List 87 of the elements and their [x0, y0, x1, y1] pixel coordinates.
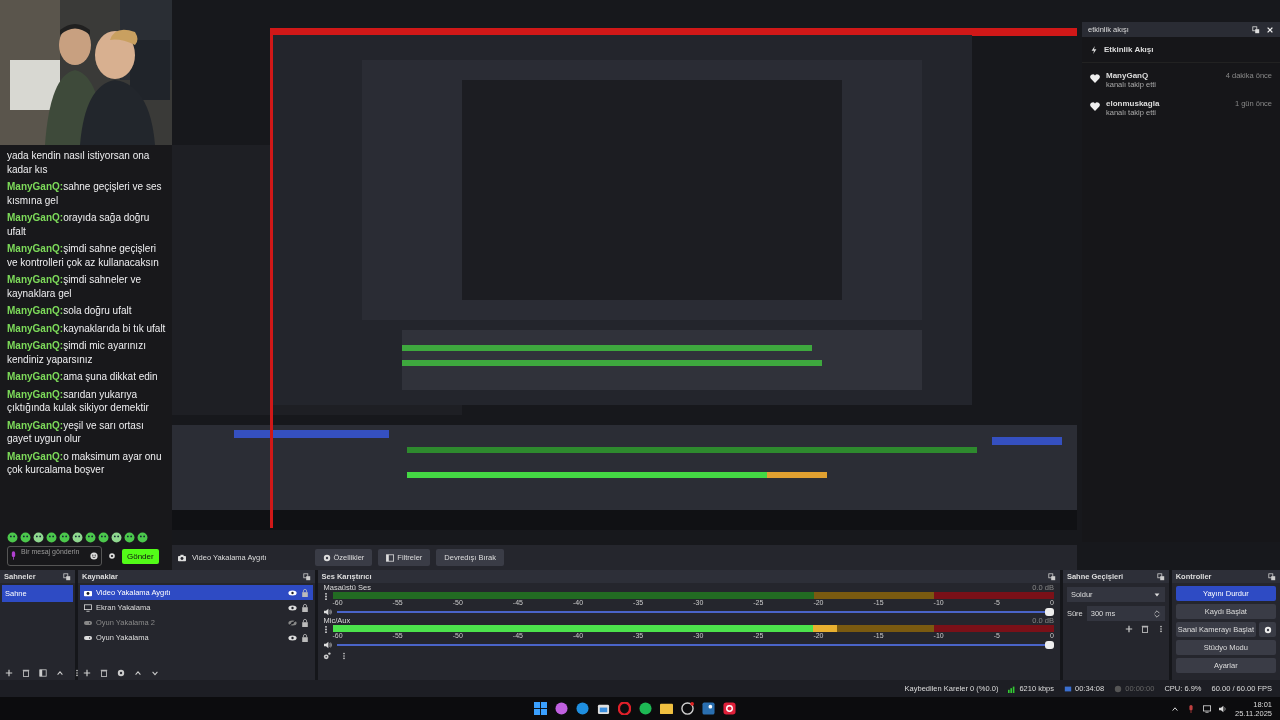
chat-message: yada kendin nasıl istiyorsan ona kadar kıs — [7, 149, 151, 176]
start-icon[interactable] — [534, 702, 547, 715]
down-icon[interactable] — [151, 669, 159, 677]
lock-icon[interactable] — [300, 603, 309, 612]
gear-icon[interactable] — [322, 652, 331, 660]
close-icon[interactable] — [1266, 25, 1274, 34]
monitor-icon — [84, 603, 92, 612]
emote-icon[interactable] — [46, 532, 57, 543]
more-icon[interactable] — [73, 669, 81, 677]
app-icon[interactable] — [639, 702, 652, 715]
up-icon[interactable] — [134, 669, 142, 677]
microphone-icon[interactable] — [1187, 704, 1195, 713]
trash-icon[interactable] — [1140, 625, 1149, 633]
emote-icon[interactable] — [124, 532, 135, 543]
hidden-eye-icon[interactable] — [287, 619, 297, 626]
float-icon[interactable] — [63, 572, 71, 581]
emoji-icon[interactable] — [90, 552, 98, 560]
eye-icon[interactable] — [287, 589, 297, 596]
more-icon[interactable] — [323, 625, 328, 634]
lock-icon[interactable] — [300, 633, 309, 642]
settings-button[interactable] — [1259, 622, 1276, 637]
stream-icon — [1064, 684, 1072, 693]
emote-icon[interactable] — [85, 532, 96, 543]
emote-icon[interactable] — [72, 532, 83, 543]
bolt-icon — [1090, 45, 1098, 54]
gear-icon — [1263, 625, 1272, 634]
chat-message: ManyGanQ:orayıda sağa doğru ufalt — [7, 211, 151, 238]
float-icon[interactable] — [302, 572, 311, 581]
send-button[interactable]: Gönder — [122, 548, 159, 564]
speaker-icon[interactable] — [323, 640, 332, 649]
event-user: ManyGanQ — [1106, 71, 1150, 80]
speaker-icon[interactable] — [323, 607, 332, 616]
volume-slider-thumb[interactable] — [1044, 640, 1054, 649]
add-icon[interactable] — [5, 669, 13, 677]
chat-message: ManyGanQ:sola doğru ufalt — [7, 304, 133, 318]
float-icon[interactable] — [1252, 25, 1260, 34]
chat-message: ManyGanQ:sahne geçişleri ve ses kısmına gel — [7, 180, 163, 207]
network-icon[interactable] — [1203, 704, 1211, 713]
emote-icon[interactable] — [98, 532, 109, 543]
trash-icon[interactable] — [100, 669, 108, 677]
spin-arrows-icon — [1152, 609, 1161, 618]
camera-icon — [84, 588, 92, 597]
up-icon[interactable] — [56, 669, 64, 677]
chat-message: ManyGanQ:ama şuna dikkat edin — [7, 370, 159, 384]
settings-icon[interactable] — [108, 552, 116, 560]
app-icon[interactable] — [723, 702, 736, 715]
heart-icon — [1090, 74, 1100, 83]
emote-icon[interactable] — [20, 532, 31, 543]
float-icon[interactable] — [1156, 572, 1165, 581]
add-icon[interactable] — [83, 669, 91, 677]
more-icon[interactable] — [323, 592, 328, 601]
caret-icon — [1152, 590, 1161, 599]
app-icon[interactable] — [597, 702, 610, 715]
gear-icon — [322, 553, 331, 562]
filter-icon — [386, 553, 395, 562]
float-icon[interactable] — [1047, 572, 1056, 581]
chat-message: ManyGanQ:kaynaklarıda bi tık ufalt — [7, 321, 167, 335]
speaker-icon[interactable] — [1219, 704, 1227, 713]
add-icon[interactable] — [1124, 625, 1133, 633]
gear-icon[interactable] — [117, 669, 125, 677]
event-user: elonmuskagla — [1106, 99, 1161, 108]
app-icon[interactable] — [702, 702, 715, 715]
camera-icon — [178, 553, 186, 562]
emote-icon[interactable] — [33, 532, 44, 543]
emote-icon[interactable] — [111, 532, 122, 543]
lock-icon[interactable] — [300, 618, 309, 627]
volume-slider-thumb[interactable] — [1044, 607, 1054, 616]
filter-icon[interactable] — [39, 669, 47, 677]
chat-message: ManyGanQ:şimdi sahneler ve kaynaklara gel — [7, 273, 142, 300]
signal-icon — [1008, 684, 1017, 693]
chat-message: ManyGanQ:o maksimum ayar onu çok kurcalama boşver — [7, 449, 163, 477]
microphone-icon — [11, 551, 16, 560]
chat-message: ManyGanQ:şimdi mic ayarınızı kendiniz yaparsınız — [7, 339, 147, 366]
folder-icon[interactable] — [660, 702, 673, 715]
chevron-up-icon[interactable] — [1171, 704, 1179, 713]
trash-icon[interactable] — [22, 669, 30, 677]
chat-message: ManyGanQ:şimdi sahne geçişleri ve kontrolleri çok az kullanacaksın — [7, 242, 160, 269]
emote-icon[interactable] — [59, 532, 70, 543]
record-icon — [1114, 684, 1123, 693]
eye-icon[interactable] — [287, 604, 297, 611]
emote-icon[interactable] — [7, 532, 18, 543]
lock-icon[interactable] — [300, 588, 309, 597]
float-icon[interactable] — [1268, 572, 1276, 581]
heart-icon — [1090, 102, 1100, 111]
emote-icon[interactable] — [137, 532, 148, 543]
feed-heading: Etkinlik Akışı — [1104, 45, 1154, 54]
eye-icon[interactable] — [287, 634, 297, 641]
